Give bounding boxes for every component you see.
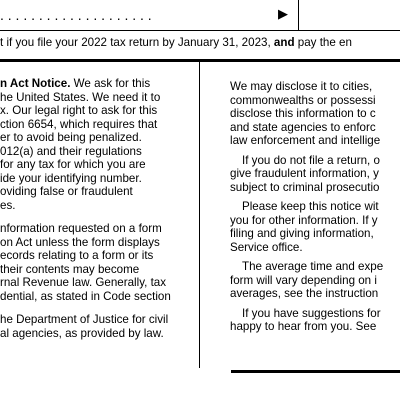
paragraph-line: subject to criminal prosecutio <box>230 180 380 194</box>
paragraph-line: happy to hear from you. See <box>230 320 377 333</box>
top-rule <box>0 30 400 31</box>
paragraph-line: If you do not file a return, o <box>242 153 380 167</box>
paragraph-line: you for other information. If y <box>230 213 378 227</box>
paragraph-line: ecords relating to a form or its <box>0 249 154 262</box>
filing-note-bold: and <box>273 36 295 49</box>
leader-dots: . . . . . . . . . . . . . . . . . . . . <box>0 7 152 23</box>
paragraph-line: dential, as stated in Code section <box>0 289 171 303</box>
paragraph-line: and state agencies to enforc <box>230 120 376 134</box>
privacy-notice-column: n Act Notice. We ask for this he United … <box>0 77 171 340</box>
bottom-rule <box>231 370 400 373</box>
paragraph-line: Service office. <box>230 240 303 254</box>
paragraph-line: law enforcement and intellige <box>230 134 381 147</box>
paragraph-line: 012(a) and their regulations <box>0 144 142 158</box>
filing-note: t if you file your 2022 tax return by Ja… <box>0 36 352 49</box>
privacy-notice-heading-line: n Act Notice. We ask for this <box>0 77 171 91</box>
paragraph-line: their contents may become <box>0 262 140 276</box>
paragraph-line: If you have suggestions for <box>242 306 381 320</box>
paragraph-line: ction 6654, which requires that <box>0 117 158 131</box>
paragraph-line: Please keep this notice wit <box>242 200 379 213</box>
paragraph-line: averages, see the instruction <box>230 287 379 300</box>
paragraph-line: nformation requested on a form <box>0 222 162 235</box>
paragraph-line: he Department of Justice for civil <box>0 313 169 326</box>
entry-box-divider <box>298 0 299 30</box>
paragraph-line: he United States. We need it to <box>0 90 161 104</box>
filing-note-suffix: pay the en <box>297 36 352 49</box>
paragraph-line: form will vary depending on i <box>230 273 377 287</box>
paragraph-line: The average time and expe <box>242 260 384 273</box>
privacy-notice-heading: n Act Notice. <box>0 77 71 90</box>
paragraph-line: filing and giving information, <box>230 227 374 240</box>
privacy-notice-heading-rest: We ask for this <box>73 77 151 90</box>
paragraph-line: x. Our legal right to ask for this <box>0 104 158 117</box>
paragraph-line: disclose this information to c <box>230 107 376 120</box>
paragraph-line: rnal Revenue law. Generally, tax <box>0 276 167 289</box>
paragraph-line: al agencies, as provided by law. <box>0 326 164 340</box>
paragraph-line: es. <box>0 198 16 212</box>
filing-note-prefix: t if you file your 2022 tax return by Ja… <box>0 36 271 49</box>
paragraph-line: on Act unless the form displays <box>0 235 160 249</box>
arrow-icon: ▶ <box>278 6 288 21</box>
paragraph-line: give fraudulent information, y <box>230 167 379 180</box>
disclosure-column: We may disclose it to cities, commonweal… <box>230 80 383 334</box>
section-rule <box>0 59 400 62</box>
paragraph-line: oviding false or fraudulent <box>0 185 133 198</box>
paragraph-line: for any tax for which you are <box>0 158 146 171</box>
column-divider <box>199 62 200 368</box>
paragraph-line: We may disclose it to cities, <box>230 80 373 93</box>
paragraph-line: ide your identifying number. <box>0 171 142 185</box>
paragraph-line: er to avoid being penalized. <box>0 131 142 144</box>
paragraph-line: commonwealths or possessi <box>230 93 376 107</box>
